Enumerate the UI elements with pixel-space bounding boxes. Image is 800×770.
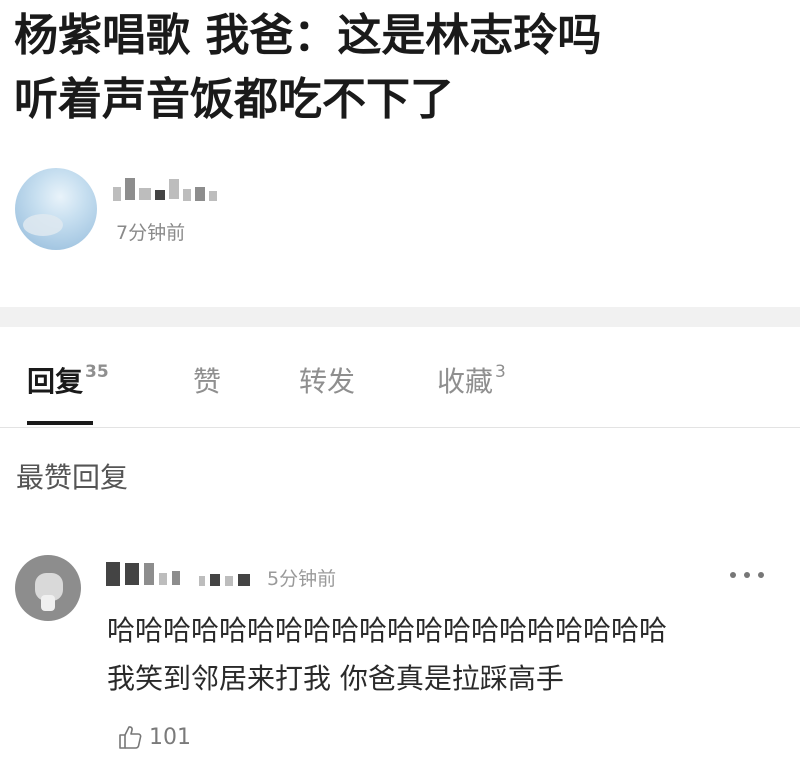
tab-likes-label: 赞 — [193, 365, 222, 398]
tab-replies-label: 回复 — [27, 365, 84, 398]
comment-time: 5分钟前 — [267, 568, 337, 590]
more-icon[interactable] — [727, 567, 767, 583]
like-button[interactable]: 101 — [117, 724, 191, 750]
post-title: 杨紫唱歌 我爸：这是林志玲吗 听着声音饭都吃不下了 — [14, 4, 784, 132]
tab-replies[interactable]: 回复 35 — [27, 360, 109, 400]
tab-replies-count: 35 — [85, 362, 109, 382]
comment-text-line1: 哈哈哈哈哈哈哈哈哈哈哈哈哈哈哈哈哈哈哈哈 — [107, 614, 668, 647]
tab-reposts-label: 转发 — [299, 365, 356, 398]
tab-likes[interactable]: 赞 — [193, 360, 221, 400]
commenter-name-blurred[interactable] — [106, 561, 250, 587]
tab-favorites[interactable]: 收藏 3 — [437, 360, 506, 400]
post-title-line1: 杨紫唱歌 我爸：这是林志玲吗 — [14, 10, 602, 61]
tab-bar: 回复 35 赞 转发 收藏 3 — [0, 327, 800, 428]
author-name-blurred[interactable] — [113, 176, 217, 202]
section-divider — [0, 307, 800, 327]
post-title-line2: 听着声音饭都吃不下了 — [14, 74, 454, 125]
commenter-avatar[interactable] — [15, 555, 81, 621]
tab-reposts[interactable]: 转发 — [299, 360, 355, 400]
active-tab-indicator — [27, 421, 93, 425]
top-replies-heading: 最赞回复 — [16, 461, 129, 494]
thumb-up-icon — [119, 726, 142, 749]
tab-favorites-count: 3 — [495, 362, 506, 382]
like-count: 101 — [149, 724, 191, 750]
comment-text-line2: 我笑到邻居来打我 你爸真是拉踩高手 — [107, 662, 564, 695]
author-avatar[interactable] — [15, 168, 97, 250]
author-post-time: 7分钟前 — [116, 222, 186, 244]
tab-favorites-label: 收藏 — [437, 365, 494, 398]
